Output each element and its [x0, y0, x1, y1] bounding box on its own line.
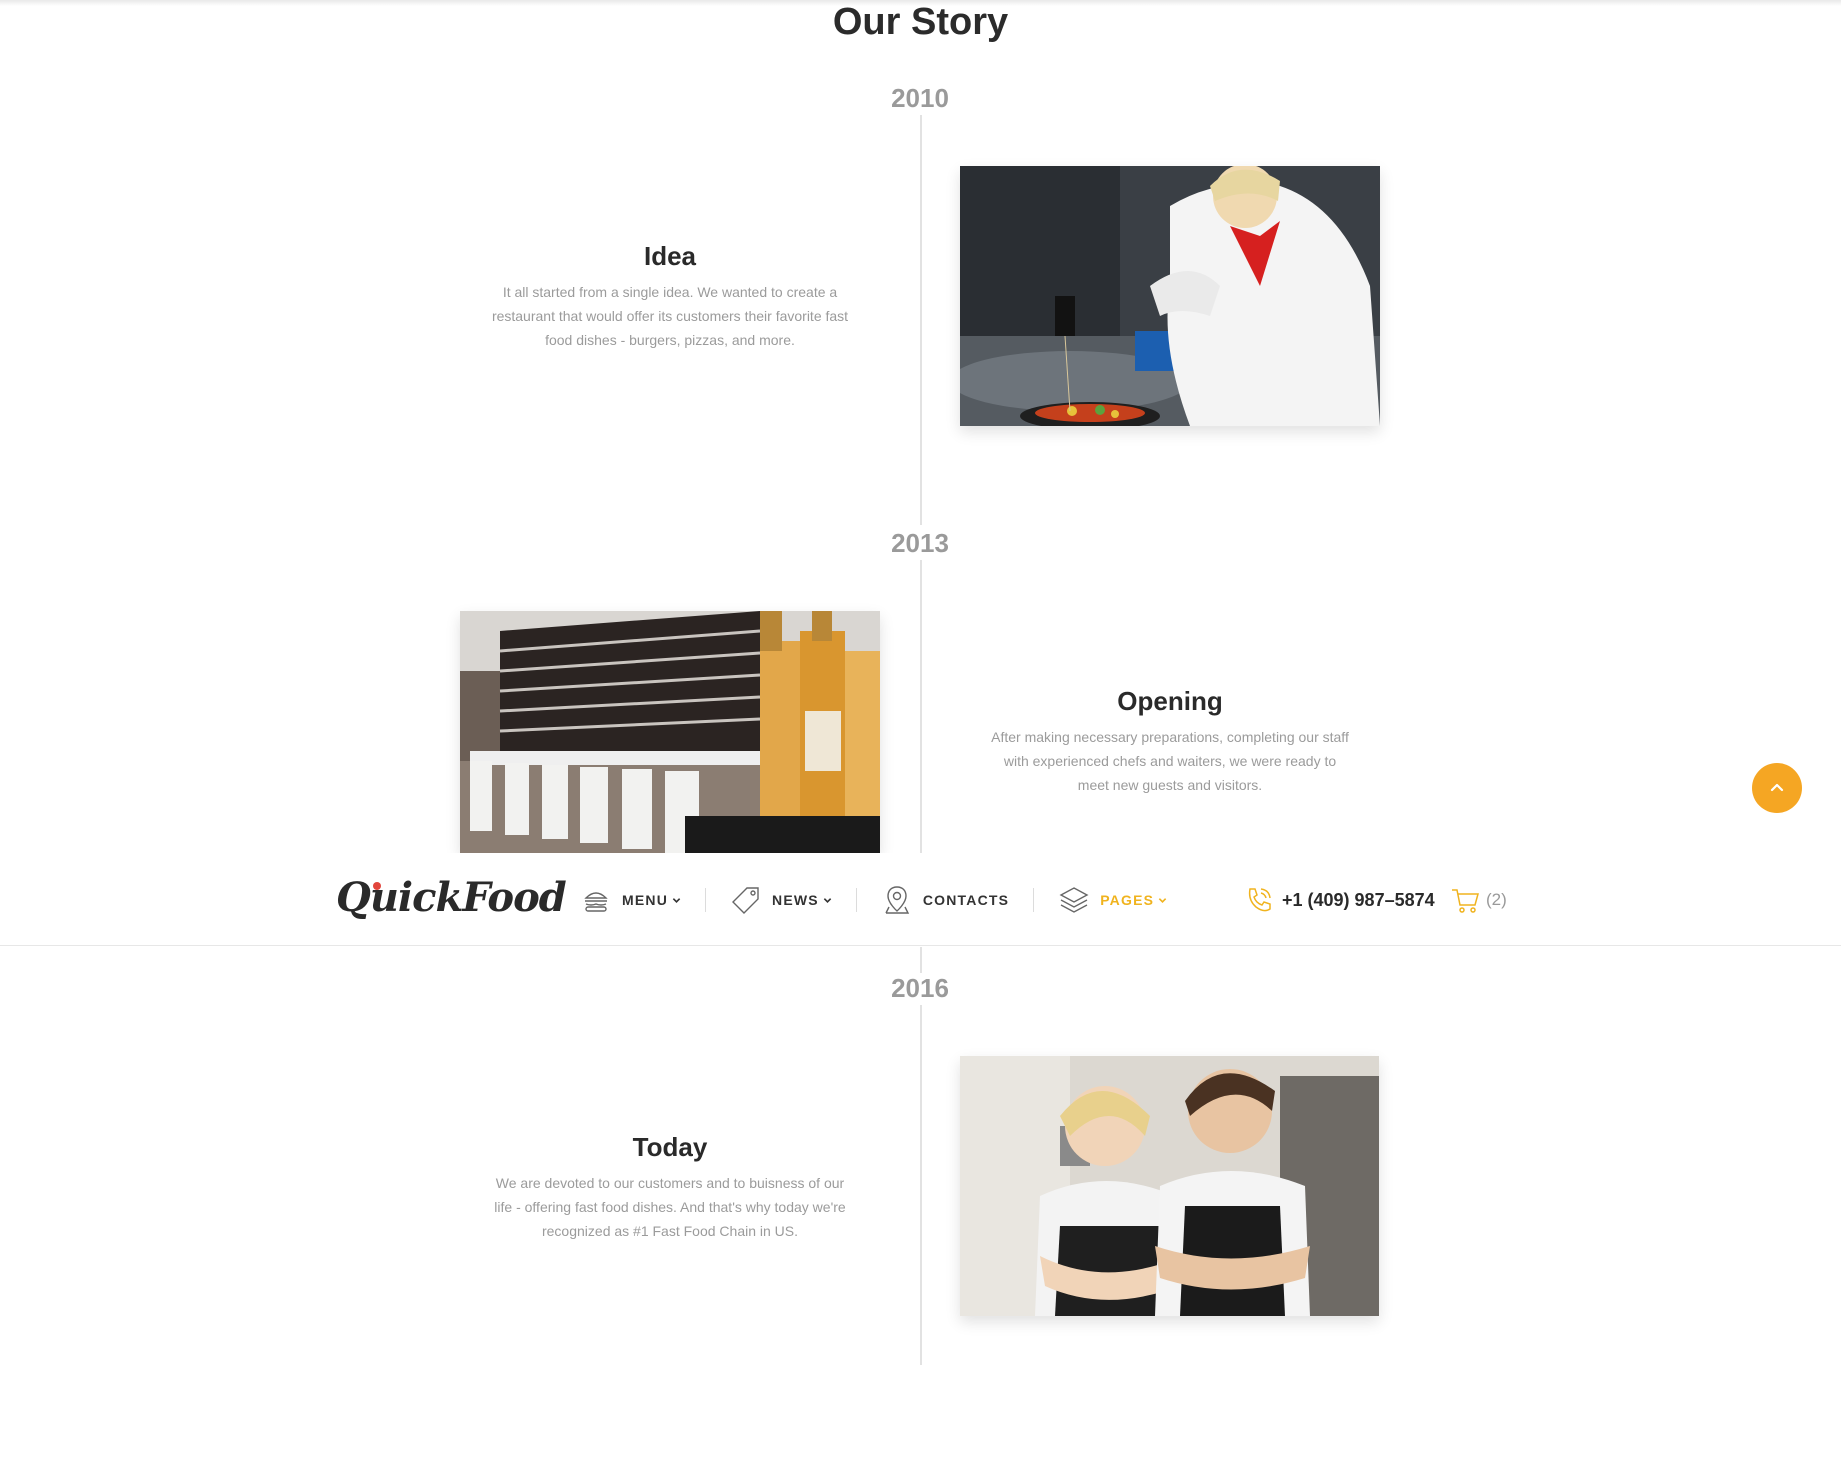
nav-item-menu[interactable]: MENU — [580, 883, 681, 917]
timeline-year: 2010 — [820, 83, 1020, 113]
timeline-item-description: After making necessary preparations, com… — [991, 729, 1349, 793]
chevron-down-icon — [1158, 897, 1167, 903]
timeline-year: 2013 — [820, 528, 1020, 558]
main-nav: MENU NEWS CONTACTS PAGES — [580, 883, 1167, 917]
cart-button[interactable]: (2) — [1450, 885, 1507, 915]
chevron-down-icon — [672, 897, 681, 903]
chevron-down-icon — [823, 897, 832, 903]
timeline-item-description: We are devoted to our customers and to b… — [494, 1175, 846, 1239]
site-logo[interactable]: QuickFood — [336, 873, 567, 923]
nav-item-label: MENU — [622, 892, 669, 908]
timeline-item-text: Idea It all started from a single idea. … — [460, 240, 880, 352]
timeline-item-text: Today We are devoted to our customers an… — [460, 1131, 880, 1243]
nav-item-contacts[interactable]: CONTACTS — [881, 883, 1009, 917]
nav-item-label: CONTACTS — [922, 892, 1010, 908]
timeline-year: 2016 — [820, 973, 1020, 1003]
nav-item-pages[interactable]: PAGES — [1058, 883, 1167, 917]
logo-dot — [373, 882, 381, 890]
timeline-item-text: Opening After making necessary preparati… — [960, 685, 1380, 797]
timeline-item-title: Today — [632, 1132, 708, 1162]
logo-text: QuickFood — [336, 874, 567, 921]
nav-item-news[interactable]: NEWS — [730, 883, 832, 917]
nav-item-label: PAGES — [1100, 892, 1155, 908]
phone-contact[interactable]: +1 (409) 987–5874 — [1244, 885, 1435, 915]
burger-icon — [584, 892, 608, 912]
nav-item-label: NEWS — [772, 892, 819, 908]
cart-icon — [1452, 889, 1479, 913]
timeline-item-description: It all started from a single idea. We wa… — [491, 284, 849, 348]
chevron-up-icon — [1770, 783, 1784, 792]
staff-portrait-photo — [960, 1056, 1379, 1316]
phone-icon — [1248, 888, 1271, 912]
timeline-line — [920, 1005, 922, 1365]
back-to-top-button[interactable] — [1752, 763, 1802, 813]
timeline-line — [920, 560, 922, 855]
nav-divider — [855, 888, 857, 912]
map-pin-icon — [885, 886, 909, 914]
nav-divider — [705, 888, 707, 912]
page-title: Our Story — [832, 1, 1009, 43]
timeline-item-title: Opening — [1117, 686, 1223, 716]
restaurant-interior-photo — [460, 611, 880, 853]
nav-divider — [1033, 888, 1035, 912]
sticky-header: QuickFood MENU NEWS CONTACTS PAGES +1 (4… — [0, 853, 1841, 946]
chef-cooking-photo — [960, 166, 1380, 426]
cart-count: (2) — [1486, 890, 1507, 909]
phone-number: +1 (409) 987–5874 — [1282, 889, 1435, 910]
timeline-item-title: Idea — [643, 241, 697, 271]
timeline-line — [920, 115, 922, 525]
layers-icon — [1059, 887, 1089, 913]
tag-icon — [732, 887, 759, 914]
